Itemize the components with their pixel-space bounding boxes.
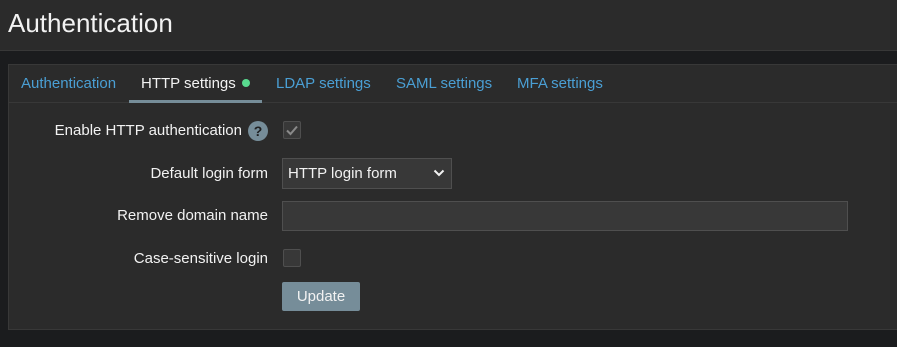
tab-mfa-settings[interactable]: MFA settings	[517, 65, 603, 102]
chevron-down-icon	[433, 169, 445, 177]
tab-mfa-settings-label: MFA settings	[517, 75, 603, 92]
tab-authentication[interactable]: Authentication	[21, 65, 116, 102]
update-button[interactable]: Update	[282, 282, 360, 311]
tab-http-settings-label: HTTP settings	[141, 75, 236, 92]
remove-domain-name-label: Remove domain name	[117, 207, 268, 224]
default-login-form-label: Default login form	[150, 165, 268, 182]
help-icon[interactable]: ?	[248, 121, 268, 141]
settings-panel: Authentication HTTP settings LDAP settin…	[8, 64, 897, 330]
default-login-form-value: HTTP login form	[288, 165, 397, 182]
tab-bar: Authentication HTTP settings LDAP settin…	[9, 65, 897, 103]
default-login-form-select[interactable]: HTTP login form	[282, 158, 452, 189]
page-title: Authentication	[8, 8, 173, 38]
case-sensitive-login-checkbox[interactable]	[283, 249, 301, 267]
tab-ldap-settings[interactable]: LDAP settings	[276, 65, 371, 102]
enable-http-auth-label: Enable HTTP authentication	[54, 122, 242, 139]
tab-saml-settings-label: SAML settings	[396, 75, 493, 92]
status-dot-icon	[241, 79, 250, 87]
case-sensitive-login-label: Case-sensitive login	[133, 250, 268, 267]
tab-http-settings[interactable]: HTTP settings	[129, 65, 262, 103]
checkmark-icon	[286, 125, 298, 136]
page-header: Authentication	[0, 0, 897, 51]
remove-domain-name-input[interactable]	[282, 201, 848, 231]
tab-ldap-settings-label: LDAP settings	[276, 75, 371, 92]
tab-saml-settings[interactable]: SAML settings	[396, 65, 492, 102]
tab-authentication-label: Authentication	[21, 75, 117, 92]
enable-http-auth-checkbox[interactable]	[283, 121, 301, 139]
